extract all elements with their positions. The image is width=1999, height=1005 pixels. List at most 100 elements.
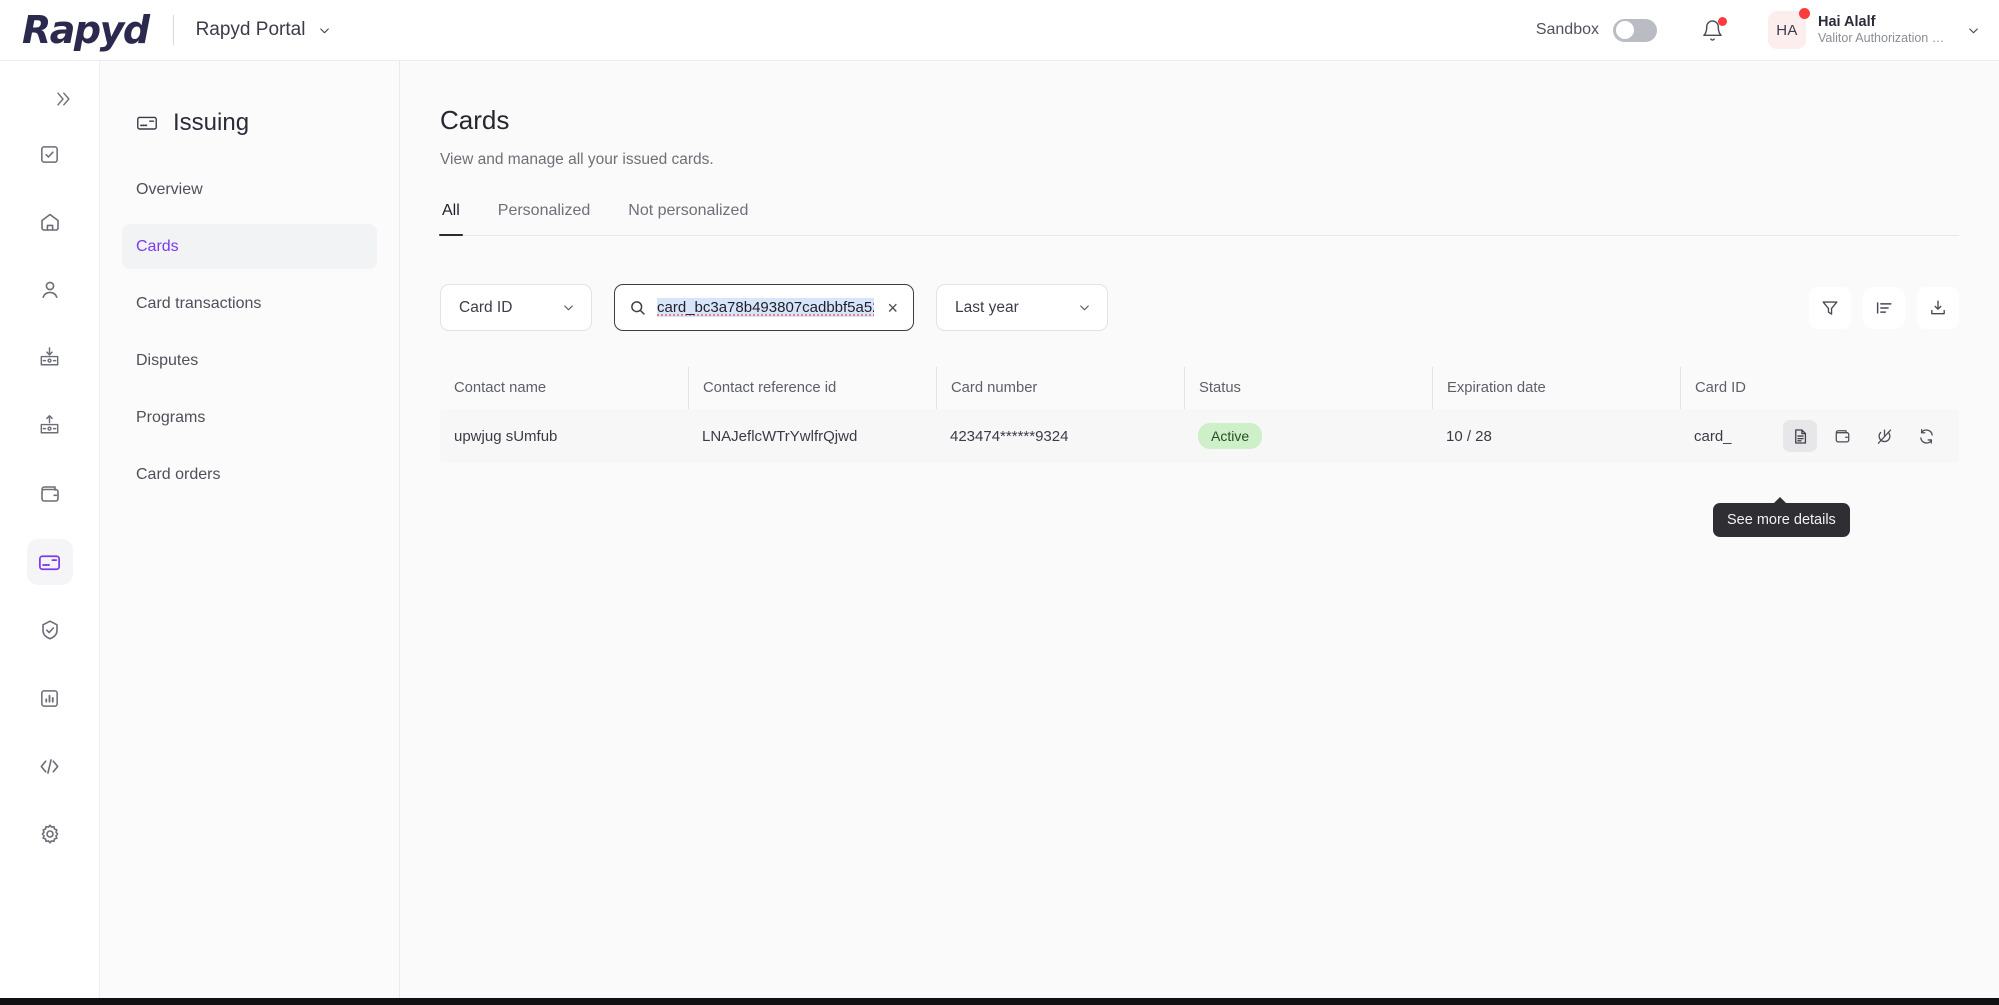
user-menu[interactable]: HA Hai Alalf Valitor Authorization Q... — [1768, 11, 1981, 49]
payout-icon — [37, 414, 62, 439]
notification-bell-icon[interactable] — [1701, 19, 1724, 42]
sandbox-toggle-group: Sandbox — [1536, 19, 1657, 42]
card-icon — [37, 550, 62, 575]
column-header-card-number: Card number — [936, 367, 1184, 409]
tab-bar: All Personalized Not personalized — [440, 202, 1959, 236]
filter-button[interactable] — [1809, 287, 1851, 329]
top-bar-right: Sandbox HA Hai Alalf Valitor Authorizati… — [1536, 0, 1999, 60]
filter-funnel-icon — [1820, 298, 1840, 318]
document-details-icon — [1791, 427, 1810, 446]
sort-lines-icon — [1874, 298, 1894, 318]
cell-contact-reference-id: LNAJeflcWTrYwlfrQjwd — [688, 409, 936, 463]
card-wallet-button[interactable] — [1825, 420, 1859, 452]
toggle-knob — [1616, 21, 1634, 39]
nav-item-label: Overview — [136, 181, 203, 199]
date-range-value: Last year — [955, 299, 1019, 317]
top-bar: Rapyd Rapyd Portal Sandbox HA — [0, 0, 1999, 61]
sidebar-item-disputes[interactable] — [27, 607, 73, 653]
filter-row: Card ID card_bc3a78b493807cadbbf5a5283 × — [440, 284, 1959, 331]
search-input[interactable]: card_bc3a78b493807cadbbf5a5283 × — [614, 284, 914, 331]
icon-sidebar — [0, 61, 99, 1005]
bar-chart-icon — [38, 687, 61, 710]
table-header-row: Contact name Contact reference id Card n… — [440, 367, 1959, 409]
home-icon — [38, 210, 62, 234]
shield-check-icon — [38, 618, 62, 642]
portal-name: Rapyd Portal — [196, 19, 306, 41]
nav-item-card-orders[interactable]: Card orders — [122, 452, 377, 497]
deactivate-card-button[interactable] — [1867, 420, 1901, 452]
chevron-down-icon — [1077, 300, 1092, 315]
row-action-buttons — [1783, 420, 1943, 452]
sidebar-item-developers[interactable] — [27, 743, 73, 789]
column-header-contact-reference-id: Contact reference id — [688, 367, 936, 409]
issuing-nav: Issuing Overview Cards Card transactions… — [99, 61, 400, 1005]
user-name: Hai Alalf — [1818, 13, 1946, 31]
nav-item-programs[interactable]: Programs — [122, 395, 377, 440]
wallet-icon — [1833, 427, 1852, 446]
brand-divider — [173, 15, 174, 45]
nav-item-disputes[interactable]: Disputes — [122, 338, 377, 383]
tab-all[interactable]: All — [440, 202, 462, 235]
sandbox-label: Sandbox — [1536, 21, 1599, 39]
tooltip: See more details — [1713, 503, 1850, 537]
main-inner: Cards View and manage all your issued ca… — [400, 105, 1999, 463]
column-header-contact-name: Contact name — [440, 367, 688, 409]
page-subtitle: View and manage all your issued cards. — [440, 151, 1959, 169]
sidebar-item-settings[interactable] — [27, 811, 73, 857]
sidebar-item-payouts[interactable] — [27, 403, 73, 449]
card-id-value: card_ — [1694, 428, 1732, 445]
chevron-double-right-icon[interactable] — [41, 77, 85, 121]
sandbox-toggle[interactable] — [1613, 19, 1657, 42]
download-icon — [1928, 298, 1948, 318]
sidebar-item-collect[interactable] — [27, 335, 73, 381]
tab-not-personalized[interactable]: Not personalized — [626, 202, 750, 235]
search-input-value: card_bc3a78b493807cadbbf5a5283 — [657, 298, 874, 317]
see-more-details-button[interactable] — [1783, 420, 1817, 452]
code-brackets-icon — [37, 754, 62, 779]
nav-item-overview[interactable]: Overview — [122, 167, 377, 212]
nav-item-card-transactions[interactable]: Card transactions — [122, 281, 377, 326]
sidebar-item-tasks[interactable] — [27, 131, 73, 177]
page-title: Cards — [440, 105, 1959, 136]
power-off-slash-icon — [1875, 427, 1894, 446]
column-header-status: Status — [1184, 367, 1432, 409]
nav-item-label: Card transactions — [136, 295, 261, 313]
cell-expiration-date: 10 / 28 — [1432, 409, 1680, 463]
table-row[interactable]: upwjug sUmfub LNAJeflcWTrYwlfrQjwd 42347… — [440, 409, 1959, 463]
chevron-down-icon[interactable] — [317, 23, 332, 38]
sort-button[interactable] — [1863, 287, 1905, 329]
nav-item-label: Cards — [136, 238, 179, 256]
chevron-down-icon — [561, 300, 576, 315]
section-header: Issuing — [122, 109, 377, 137]
nav-item-label: Programs — [136, 409, 205, 427]
avatar-initials: HA — [1776, 22, 1797, 39]
sidebar-item-reports[interactable] — [27, 675, 73, 721]
brand-area: Rapyd Rapyd Portal — [0, 11, 332, 49]
person-icon — [38, 278, 62, 302]
wallet-icon — [38, 482, 62, 506]
gear-icon — [38, 822, 62, 846]
export-button[interactable] — [1917, 287, 1959, 329]
search-icon — [629, 299, 647, 317]
collect-payment-icon — [37, 346, 62, 371]
tab-personalized[interactable]: Personalized — [496, 202, 593, 235]
sidebar-item-wallets[interactable] — [27, 471, 73, 517]
sidebar-item-issuing[interactable] — [27, 539, 73, 585]
close-icon[interactable]: × — [884, 299, 901, 317]
cell-status: Active — [1184, 409, 1432, 463]
reissue-card-button[interactable] — [1909, 420, 1943, 452]
sidebar-item-customers[interactable] — [27, 267, 73, 313]
date-range-select[interactable]: Last year — [936, 284, 1108, 331]
avatar-alert-dot — [1799, 8, 1810, 19]
field-select[interactable]: Card ID — [440, 284, 592, 331]
nav-item-label: Disputes — [136, 352, 198, 370]
field-select-value: Card ID — [459, 299, 512, 317]
chevron-down-icon[interactable] — [1966, 23, 1981, 38]
nav-item-cards[interactable]: Cards — [122, 224, 377, 269]
card-id-wrapper: card_ — [1694, 420, 1959, 452]
sidebar-item-home[interactable] — [27, 199, 73, 245]
notification-alert-dot — [1718, 17, 1727, 26]
user-organization: Valitor Authorization Q... — [1818, 31, 1946, 47]
checkbox-check-icon — [38, 143, 61, 166]
rapyd-logo[interactable]: Rapyd — [22, 11, 149, 49]
